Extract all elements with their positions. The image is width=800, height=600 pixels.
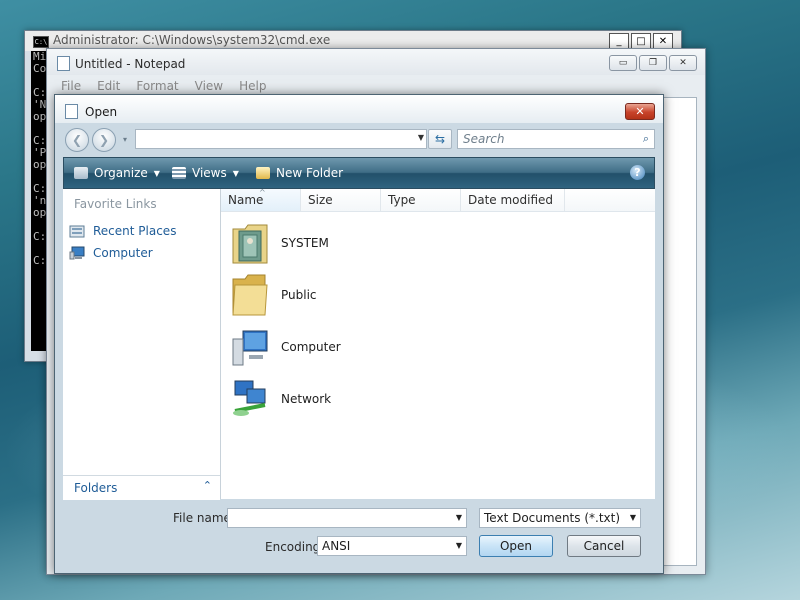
address-bar[interactable]: ▼ bbox=[135, 129, 427, 149]
chevron-down-icon: ▼ bbox=[153, 168, 160, 178]
notepad-menu-bar: File Edit Format View Help bbox=[53, 77, 699, 95]
search-placeholder: Search bbox=[463, 132, 505, 146]
search-icon[interactable]: ⌕ bbox=[643, 132, 649, 146]
favorite-links-heading: Favorite Links bbox=[74, 197, 157, 211]
list-item[interactable]: Computer bbox=[231, 323, 341, 371]
views-button[interactable]: Views ▼ bbox=[172, 158, 239, 188]
column-header-type[interactable]: Type bbox=[381, 189, 461, 211]
favorite-link-recent-places[interactable]: Recent Places bbox=[69, 221, 176, 241]
cancel-button[interactable]: Cancel bbox=[567, 535, 641, 557]
organize-button[interactable]: Organize ▼ bbox=[74, 158, 160, 188]
menu-help[interactable]: Help bbox=[239, 77, 266, 95]
file-name-input[interactable]: ▼ bbox=[227, 508, 467, 528]
notepad-maximize-button[interactable]: ❐ bbox=[639, 55, 667, 71]
file-type-select[interactable]: Text Documents (*.txt) ▼ bbox=[479, 508, 641, 528]
favorite-link-computer[interactable]: Computer bbox=[69, 243, 153, 263]
item-name: SYSTEM bbox=[281, 236, 329, 250]
chevron-down-icon[interactable]: ▼ bbox=[456, 541, 462, 550]
chevron-down-icon[interactable]: ▼ bbox=[418, 133, 424, 142]
menu-format[interactable]: Format bbox=[136, 77, 178, 95]
encoding-label: Encoding: bbox=[265, 540, 325, 554]
computer-icon bbox=[69, 246, 85, 260]
cmd-title: Administrator: C:\Windows\system32\cmd.e… bbox=[53, 33, 331, 47]
forward-button[interactable]: ❯ bbox=[92, 128, 116, 152]
folders-toggle[interactable]: Folders ⌃ bbox=[63, 475, 220, 500]
new-folder-label: New Folder bbox=[276, 166, 344, 180]
item-name: Public bbox=[281, 288, 317, 302]
organize-label: Organize bbox=[94, 166, 148, 180]
chevron-down-icon: ▼ bbox=[232, 168, 239, 178]
search-input[interactable]: Search ⌕ bbox=[457, 129, 655, 149]
file-name-label: File name: bbox=[173, 511, 235, 525]
recent-places-icon bbox=[69, 225, 85, 238]
network-icon bbox=[233, 380, 266, 416]
notepad-close-button[interactable]: ✕ bbox=[669, 55, 697, 71]
encoding-value: ANSI bbox=[322, 539, 351, 553]
help-icon[interactable]: ? bbox=[630, 165, 645, 180]
list-item[interactable]: SYSTEM bbox=[231, 219, 329, 267]
views-icon bbox=[172, 167, 186, 179]
item-name: Computer bbox=[281, 340, 341, 354]
column-header-row: ^ Name Size Type Date modified bbox=[221, 188, 655, 212]
computer-icon bbox=[232, 330, 268, 366]
notepad-title-bar[interactable]: Untitled - Notepad ▭ ❐ ✕ bbox=[47, 49, 705, 75]
file-type-value: Text Documents (*.txt) bbox=[484, 511, 621, 525]
dialog-footer: File name: ▼ Text Documents (*.txt) ▼ En… bbox=[55, 499, 663, 573]
menu-view[interactable]: View bbox=[195, 77, 223, 95]
notepad-icon bbox=[65, 104, 78, 119]
chevron-down-icon[interactable]: ▼ bbox=[456, 513, 462, 522]
notepad-title: Untitled - Notepad bbox=[75, 57, 186, 71]
dialog-title-bar[interactable]: Open ✕ bbox=[55, 95, 663, 123]
favorite-link-label: Computer bbox=[93, 246, 153, 260]
column-header-size[interactable]: Size bbox=[301, 189, 381, 211]
back-button[interactable]: ❮ bbox=[65, 128, 89, 152]
file-list-pane[interactable]: ^ Name Size Type Date modified SYSTEM Pu… bbox=[221, 188, 655, 499]
command-bar: Organize ▼ Views ▼ New Folder ? bbox=[63, 157, 655, 189]
views-label: Views bbox=[192, 166, 227, 180]
column-header-date-modified[interactable]: Date modified bbox=[461, 189, 565, 211]
dialog-close-button[interactable]: ✕ bbox=[625, 103, 655, 120]
folder-icon bbox=[232, 274, 268, 316]
list-item[interactable]: Public bbox=[231, 271, 317, 319]
navigation-pane: Favorite Links Recent Places Computer bbox=[63, 189, 221, 499]
user-folder-icon bbox=[232, 224, 268, 264]
dialog-title: Open bbox=[85, 105, 118, 119]
sort-ascending-icon: ^ bbox=[259, 188, 266, 197]
menu-file[interactable]: File bbox=[61, 77, 81, 95]
folders-label: Folders bbox=[74, 481, 118, 495]
organize-icon bbox=[74, 167, 88, 179]
navigation-bar: ❮ ❯ ▾ ▼ ⇆ Search ⌕ bbox=[55, 125, 663, 155]
chevron-down-icon[interactable]: ▼ bbox=[630, 513, 636, 522]
new-folder-icon bbox=[256, 167, 270, 179]
open-button[interactable]: Open bbox=[479, 535, 553, 557]
refresh-button[interactable]: ⇆ bbox=[428, 129, 452, 149]
new-folder-button[interactable]: New Folder bbox=[256, 158, 343, 188]
console-icon: C:\ bbox=[33, 36, 49, 48]
menu-edit[interactable]: Edit bbox=[97, 77, 120, 95]
notepad-minimize-button[interactable]: ▭ bbox=[609, 55, 637, 71]
chevron-up-icon: ⌃ bbox=[202, 479, 212, 492]
favorite-link-label: Recent Places bbox=[93, 224, 177, 238]
encoding-select[interactable]: ANSI ▼ bbox=[317, 536, 467, 556]
column-header-name[interactable]: ^ Name bbox=[221, 188, 301, 211]
recent-pages-chevron-icon[interactable]: ▾ bbox=[123, 135, 127, 144]
open-dialog[interactable]: Open ✕ ❮ ❯ ▾ ▼ ⇆ Search ⌕ Organize ▼ Vie… bbox=[54, 94, 664, 574]
list-item[interactable]: Network bbox=[231, 375, 331, 423]
item-name: Network bbox=[281, 392, 332, 406]
notepad-icon bbox=[57, 56, 70, 71]
